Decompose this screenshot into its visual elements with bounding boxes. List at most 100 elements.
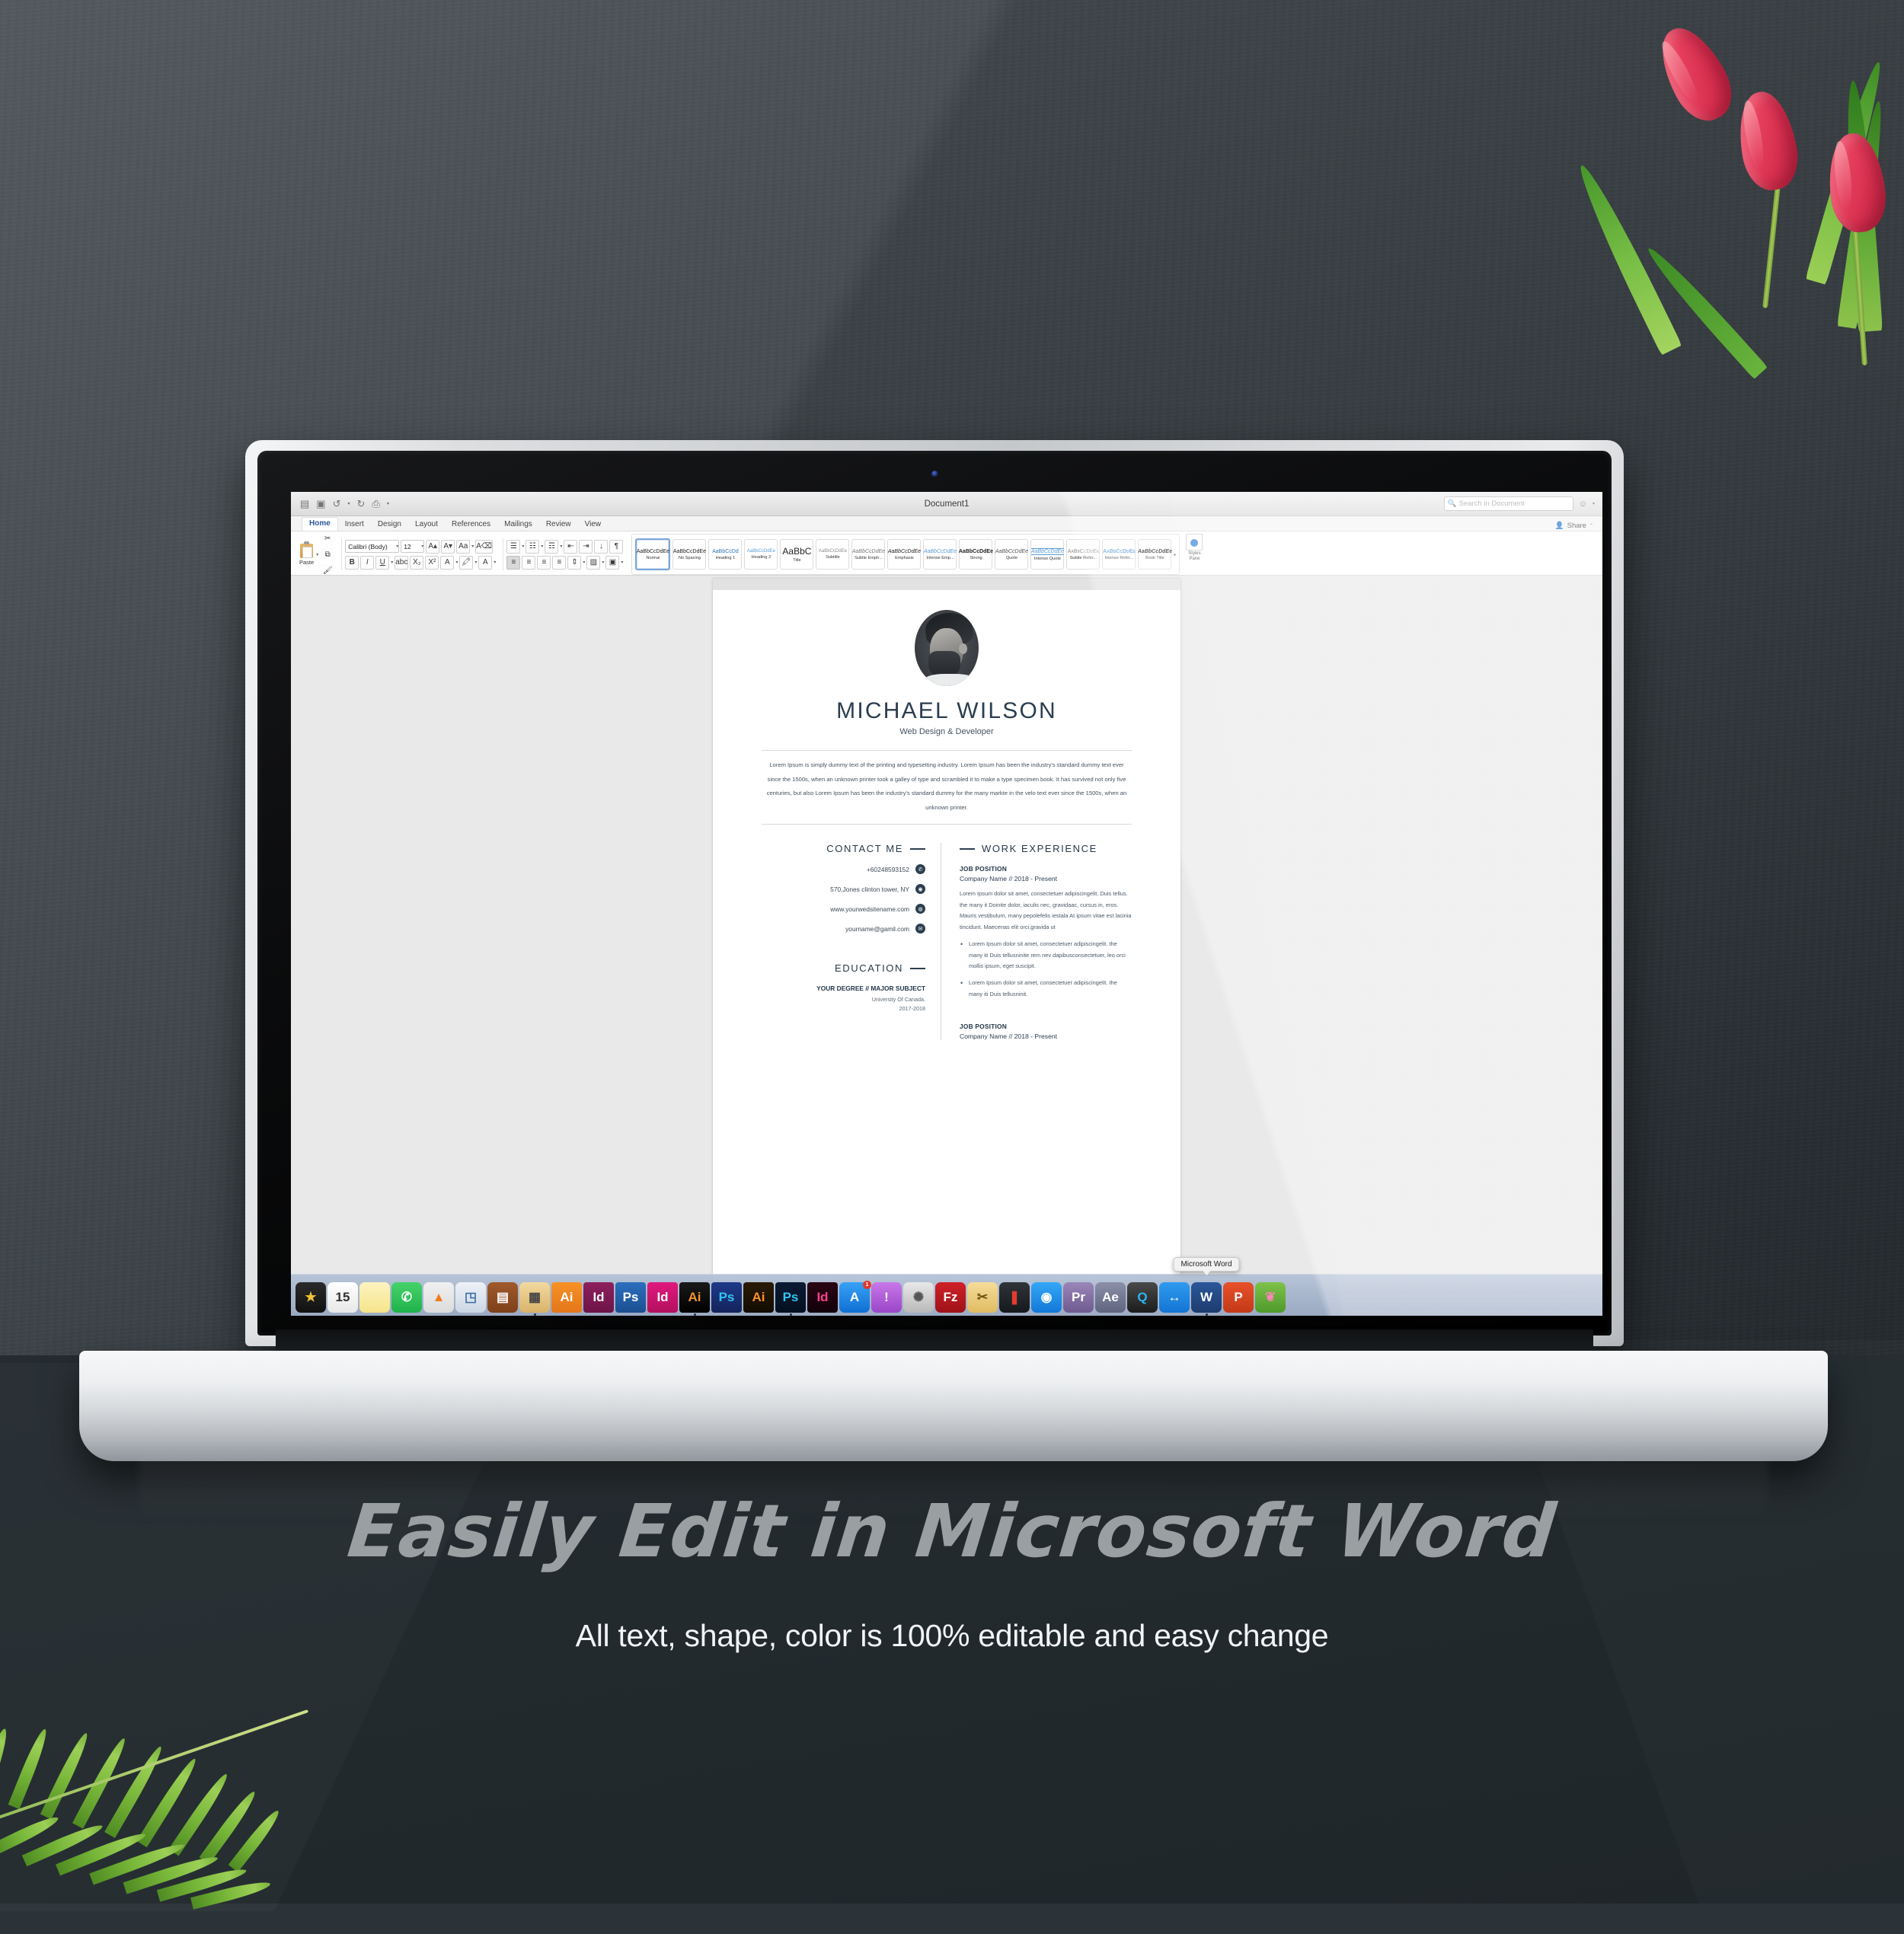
calculator-icon[interactable]: ▦ <box>519 1282 550 1316</box>
after-effects-icon[interactable]: Ae <box>1095 1282 1126 1313</box>
teamviewer-icon[interactable]: ↔ <box>1159 1282 1190 1313</box>
text-effects-caret-icon[interactable]: ▾ <box>455 560 458 565</box>
indesign-cs-icon[interactable]: Id <box>807 1282 838 1313</box>
unarchiver-icon[interactable]: ✂ <box>967 1282 998 1313</box>
search-input[interactable]: 🔍 Search in Document <box>1443 496 1573 511</box>
multilevel-list-icon[interactable]: ☶ <box>545 539 559 554</box>
cut-icon[interactable]: ✂ <box>321 531 335 545</box>
document-canvas[interactable]: MICHAEL WILSON Web Design & Developer Lo… <box>291 576 1602 1316</box>
style-no-spacing[interactable]: AaBbCcDdEe No Spacing <box>672 539 707 570</box>
collapse-ribbon-icon[interactable]: ⌃ <box>1589 523 1593 528</box>
preview-icon[interactable]: ▤ <box>487 1282 518 1313</box>
shareit-icon[interactable]: ◉ <box>1031 1282 1062 1313</box>
styles-pane-button[interactable]: Styles Pane <box>1186 534 1203 575</box>
show-formatting-marks-icon[interactable]: ¶ <box>609 539 624 554</box>
imovie-icon[interactable]: ★ <box>296 1282 326 1313</box>
underline-icon[interactable]: U <box>375 555 390 570</box>
line-spacing-icon[interactable]: ⇕ <box>567 555 582 570</box>
system-preferences-icon[interactable]: ✺ <box>903 1282 934 1313</box>
tab-review[interactable]: Review <box>539 519 578 531</box>
style-subtle-reference[interactable]: AaBbCcDdEe Subtle Refer... <box>1066 539 1101 570</box>
style-heading-1[interactable]: AaBbCcDd Heading 1 <box>708 539 743 570</box>
illustrator-cs-icon[interactable]: Ai <box>743 1282 774 1313</box>
bullets-caret-icon[interactable]: ▾ <box>522 544 524 549</box>
app-store-icon[interactable]: A1 <box>839 1281 871 1313</box>
highlight-caret-icon[interactable]: ▾ <box>474 560 477 565</box>
highlight-color-icon[interactable]: 🖍 <box>459 555 474 570</box>
illustrator-cc-icon[interactable]: Ai <box>679 1282 710 1316</box>
align-right-icon[interactable]: ≡ <box>537 555 551 570</box>
style-normal[interactable]: AaBbCcDdEe Normal <box>635 538 671 570</box>
font-color-icon[interactable]: A <box>478 555 493 570</box>
photoshop-cc-icon[interactable]: Ps <box>775 1282 806 1316</box>
grow-font-icon[interactable]: A▴ <box>426 539 440 554</box>
increase-indent-icon[interactable]: ⇥ <box>579 539 593 554</box>
strikethrough-icon[interactable]: abc <box>395 555 409 570</box>
notes-icon[interactable] <box>359 1282 390 1313</box>
shrink-font-icon[interactable]: A▾ <box>441 539 455 554</box>
copy-icon[interactable]: ⧉ <box>321 547 335 561</box>
tab-insert[interactable]: Insert <box>338 519 371 531</box>
indesign-cc-icon[interactable]: Id <box>647 1282 678 1313</box>
borders-icon[interactable]: ▣ <box>605 555 620 570</box>
facetime-icon[interactable]: ✆ <box>391 1282 422 1313</box>
borders-caret-icon[interactable]: ▾ <box>621 560 623 565</box>
decrease-indent-icon[interactable]: ⇤ <box>564 539 578 554</box>
macos-dock[interactable]: Microsoft Word ★ 15 ✆ ▲ ◳ ▤ ▦ Ai Id Ps Id Ai Ps Ai Ps I… <box>291 1257 1602 1316</box>
text-effects-icon[interactable]: A <box>440 555 455 570</box>
styles-more-icon[interactable]: ▸ <box>1174 552 1176 557</box>
illustrator-icon[interactable]: Ai <box>551 1282 582 1313</box>
bold-icon[interactable]: B <box>345 555 359 570</box>
numbering-icon[interactable]: ☷ <box>526 539 540 554</box>
style-strong[interactable]: AaBbCcDdEe Strong <box>959 539 993 570</box>
sort-icon[interactable]: ↓ <box>594 539 609 554</box>
change-case-caret-icon[interactable]: ▾ <box>471 544 474 549</box>
photoshop-icon[interactable]: Ps <box>615 1282 646 1313</box>
quicktime-icon[interactable]: Q <box>1127 1282 1158 1313</box>
multilevel-caret-icon[interactable]: ▾ <box>560 544 562 549</box>
font-color-caret-icon[interactable]: ▾ <box>494 560 496 565</box>
parrot-icon[interactable]: ❦ <box>1255 1282 1286 1313</box>
paste-button[interactable]: Paste <box>299 541 314 566</box>
shading-caret-icon[interactable]: ▾ <box>602 560 604 565</box>
subscript-icon[interactable]: X₂ <box>410 555 424 570</box>
feedback-dropdown-icon[interactable]: ▾ <box>1593 501 1595 506</box>
tab-references[interactable]: References <box>445 519 497 531</box>
style-quote[interactable]: AaBbCcDdEe Quote <box>995 539 1029 570</box>
tab-design[interactable]: Design <box>371 519 408 531</box>
paste-dropdown-icon[interactable]: ▾ <box>316 552 318 557</box>
shading-icon[interactable]: ▨ <box>586 555 601 570</box>
alert-icon[interactable]: ! <box>871 1282 902 1313</box>
photoshop-cs-icon[interactable]: Ps <box>711 1282 742 1313</box>
style-book-title[interactable]: AaBbCcDdEe Book Title <box>1138 539 1172 570</box>
tab-layout[interactable]: Layout <box>408 519 445 531</box>
style-intense-emphasis[interactable]: AaBbCcDdEe Intense Emp... <box>923 539 957 570</box>
justify-icon[interactable]: ≡ <box>552 555 567 570</box>
premiere-icon[interactable]: Pr <box>1063 1282 1094 1313</box>
italic-icon[interactable]: I <box>360 555 375 570</box>
vlc-icon[interactable]: ▲ <box>423 1282 454 1313</box>
tab-home[interactable]: Home <box>302 517 338 531</box>
style-heading-2[interactable]: AaBbCcDdEe Heading 2 <box>744 539 778 570</box>
style-title[interactable]: AaBbC Title <box>780 539 814 570</box>
change-case-icon[interactable]: Aa <box>456 539 471 554</box>
style-subtitle[interactable]: AaBbCcDdEe Subtitle <box>816 539 850 570</box>
powerpoint-icon[interactable]: P <box>1223 1282 1254 1313</box>
keynote-icon[interactable]: ◳ <box>455 1282 486 1313</box>
bullets-icon[interactable]: ☰ <box>506 539 521 554</box>
calendar-icon[interactable]: 15 <box>327 1282 358 1313</box>
underline-caret-icon[interactable]: ▾ <box>391 560 393 565</box>
tab-view[interactable]: View <box>578 519 609 531</box>
tab-mailings[interactable]: Mailings <box>497 519 539 531</box>
style-emphasis[interactable]: AaBbCcDdEe Emphasis <box>887 539 922 570</box>
align-left-icon[interactable]: ≡ <box>506 555 521 570</box>
style-intense-quote[interactable]: AaBbCcDdEe Intense Quote <box>1030 539 1065 570</box>
line-spacing-caret-icon[interactable]: ▾ <box>583 560 585 565</box>
align-center-icon[interactable]: ≡ <box>522 555 536 570</box>
numbering-caret-icon[interactable]: ▾ <box>541 544 543 549</box>
word-icon[interactable]: W <box>1191 1282 1222 1316</box>
superscript-icon[interactable]: X² <box>425 555 439 570</box>
share-button[interactable]: 👤 Share ⌃ <box>1555 522 1593 530</box>
font-size-select[interactable]: 12 ▾ <box>401 540 425 553</box>
font-family-select[interactable]: Calibri (Body) ▾ <box>345 540 400 553</box>
